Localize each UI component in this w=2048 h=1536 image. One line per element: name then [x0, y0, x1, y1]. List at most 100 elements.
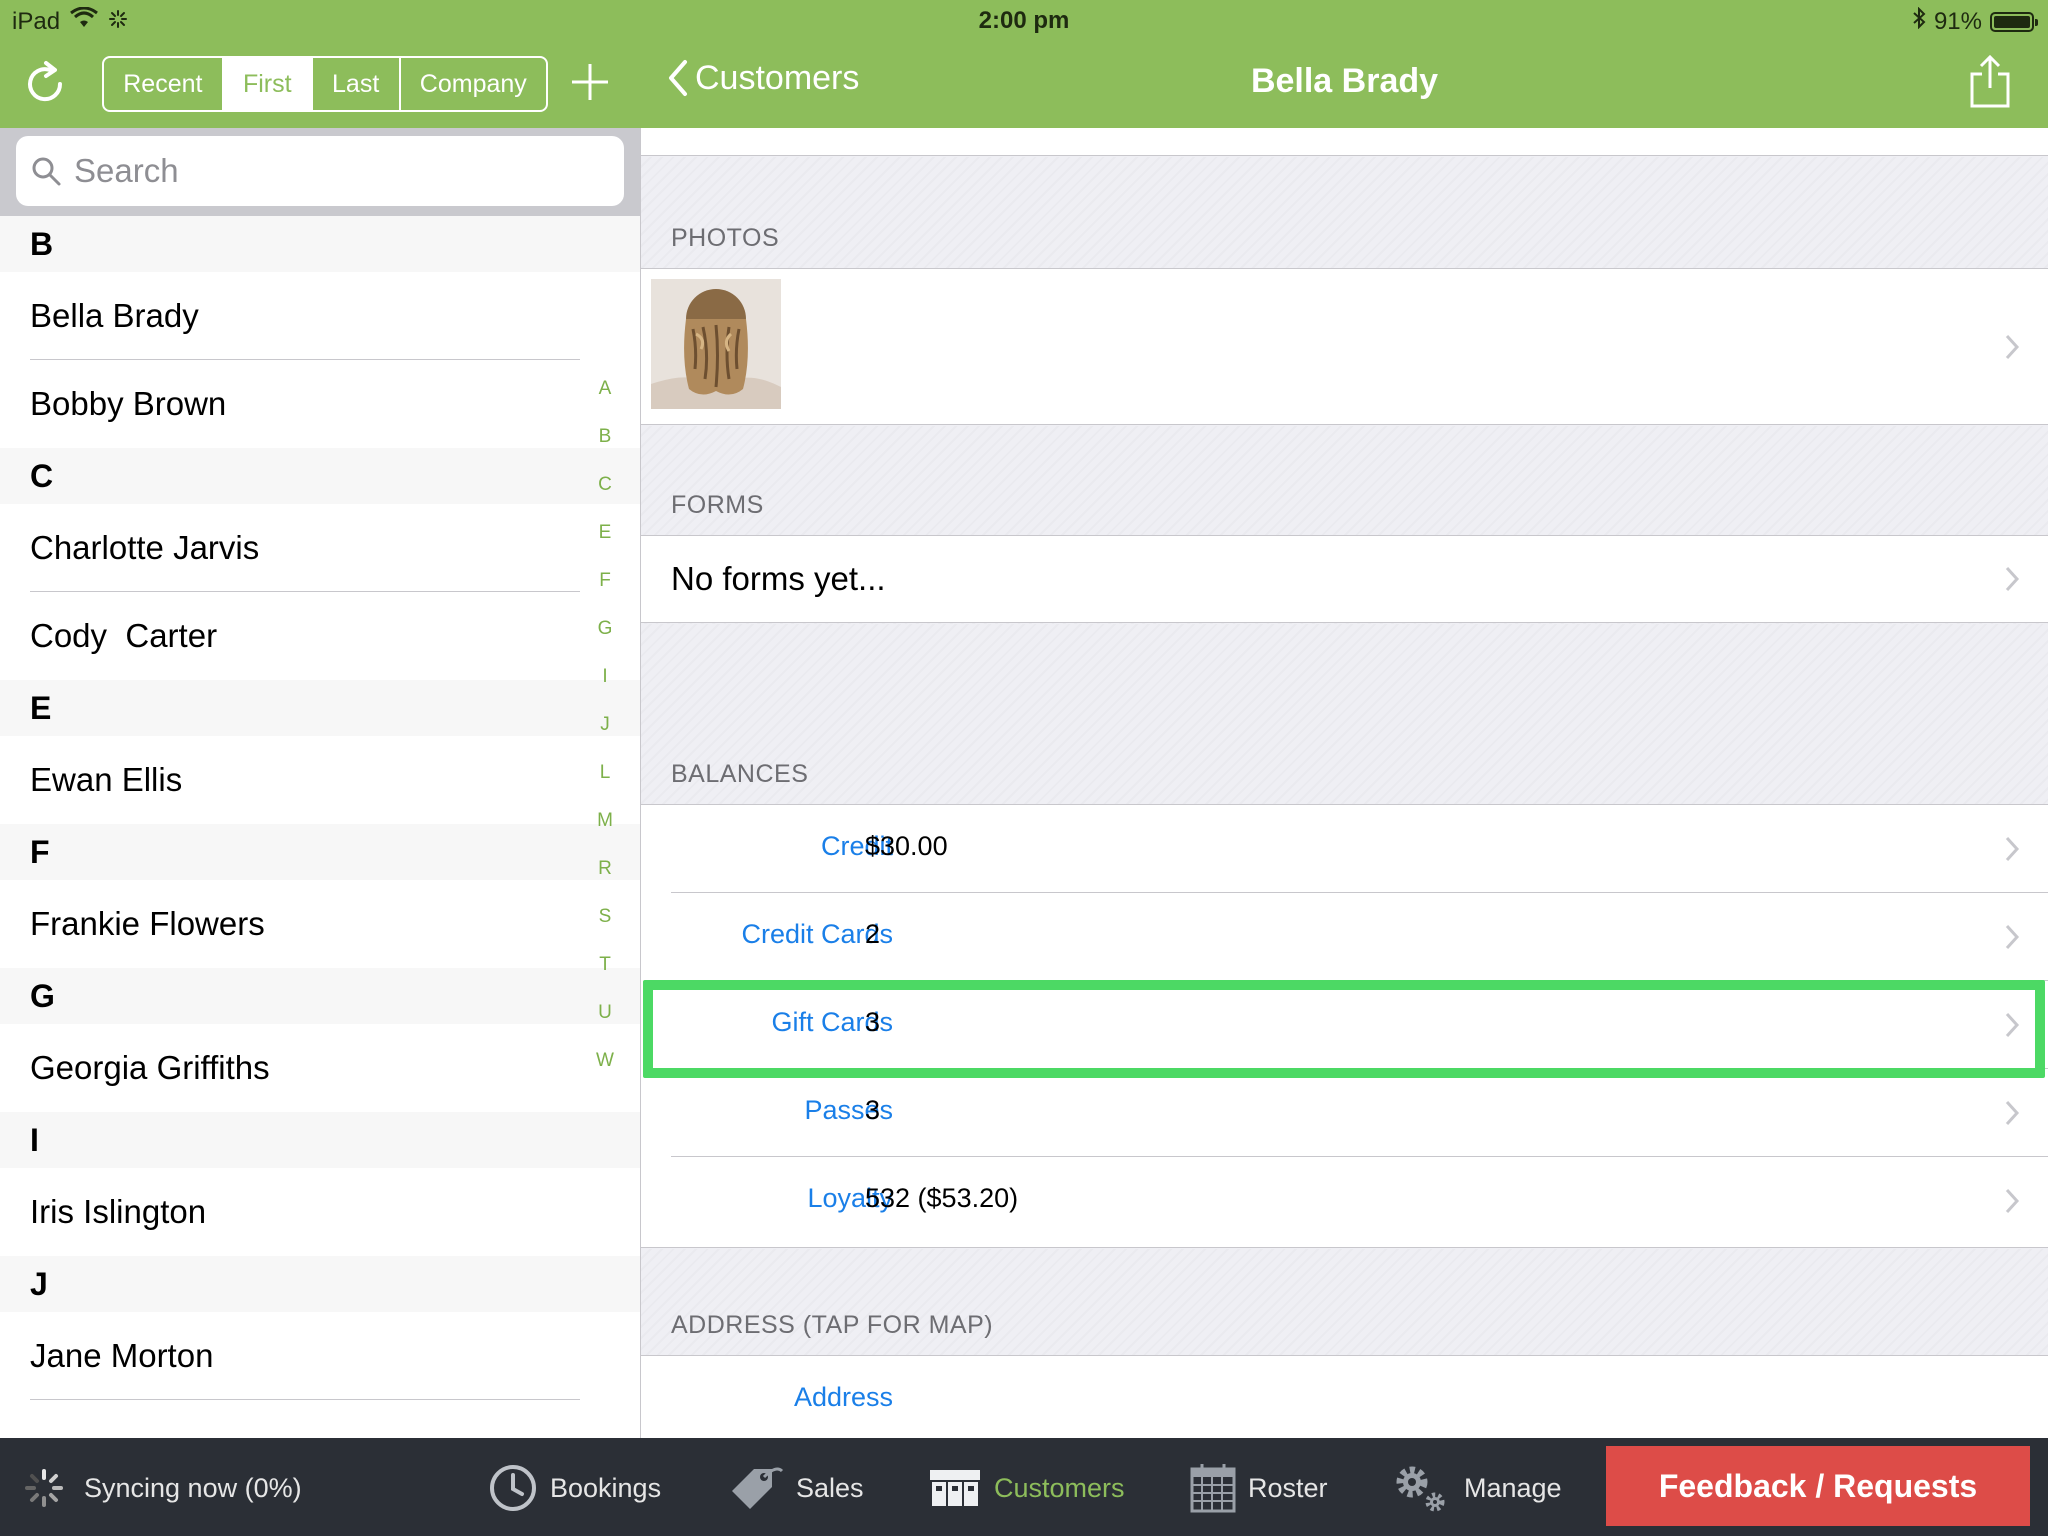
index-letter[interactable]: S [599, 893, 612, 941]
index-letter[interactable]: U [598, 989, 612, 1037]
section-header: J [0, 1256, 640, 1312]
list-section-g: G Georgia Griffiths [0, 968, 640, 1112]
balance-row-gift-cards[interactable]: Gift Cards 3 [641, 981, 2048, 1069]
section-header: E [0, 680, 640, 736]
status-bar: iPad 2:00 pm 91% [0, 0, 2048, 40]
section-header: F [0, 824, 640, 880]
customer-row-cody-carter[interactable]: Cody Carter [0, 592, 640, 680]
index-letter[interactable]: F [599, 557, 611, 605]
balance-value: 3 [865, 1095, 881, 1125]
gears-icon [1396, 1466, 1445, 1512]
section-index[interactable]: A B C E F G I J L M R S T U W [590, 365, 620, 1085]
forms-row[interactable]: No forms yet... [641, 535, 2048, 623]
section-label-address: ADDRESS (TAP FOR MAP) [671, 1311, 994, 1339]
customer-row-iris-islington[interactable]: Iris Islington [0, 1168, 640, 1256]
feedback-requests-button[interactable]: Feedback / Requests [1606, 1446, 2030, 1526]
segment-first[interactable]: First [223, 58, 313, 110]
page-title: Bella Brady [1250, 62, 1439, 100]
tab-label: Manage [1464, 1472, 1562, 1503]
photos-row[interactable] [641, 268, 2048, 425]
balance-value: $30.00 [865, 831, 948, 861]
index-letter[interactable]: B [599, 413, 612, 461]
index-letter[interactable]: I [602, 653, 607, 701]
chevron-right-icon [2005, 566, 2020, 592]
list-section-i: I Iris Islington [0, 1112, 640, 1256]
chevron-right-icon [2005, 836, 2020, 862]
index-letter[interactable]: E [599, 509, 612, 557]
clock-icon [490, 1465, 536, 1511]
chevron-right-icon [2005, 1188, 2020, 1214]
sort-segmented-control: Recent First Last Company [102, 56, 548, 112]
search-input[interactable]: Search [16, 136, 624, 206]
list-section-j: J Jane Morton [0, 1256, 640, 1400]
customer-row-georgia-griffiths[interactable]: Georgia Griffiths [0, 1024, 640, 1112]
calendar-icon [1190, 1464, 1236, 1513]
customer-row-jane-morton[interactable]: Jane Morton [0, 1312, 640, 1400]
index-letter[interactable]: J [600, 701, 610, 749]
hair-photo-image [651, 279, 781, 409]
list-section-b: B Bella Brady Bobby Brown [0, 216, 640, 448]
index-letter[interactable]: C [598, 461, 612, 509]
chevron-right-icon [2005, 1012, 2020, 1038]
bottom-tab-bar: Syncing now (0%) Bookings Sales Customer… [0, 1438, 2048, 1536]
sync-spinner-icon [25, 1469, 63, 1507]
customer-row-ewan-ellis[interactable]: Ewan Ellis [0, 736, 640, 824]
battery-percent: 91% [1933, 7, 1982, 35]
sync-status: Syncing now (0%) [24, 1468, 302, 1508]
register-icon [930, 1470, 980, 1506]
list-section-c: C Charlotte Jarvis Cody Carter [0, 448, 640, 680]
bluetooth-icon [1912, 6, 1926, 36]
tab-customers[interactable]: Customers [928, 1462, 1125, 1514]
balance-row-credit-cards[interactable]: Credit Cards 2 [641, 893, 2048, 981]
sync-status-text: Syncing now (0%) [84, 1472, 302, 1503]
balance-value: 532 ($53.20) [865, 1183, 1019, 1213]
master-nav-bar: Recent First Last Company [0, 40, 640, 128]
address-row[interactable]: Address [641, 1355, 2048, 1438]
index-letter[interactable]: G [598, 605, 613, 653]
section-header: B [0, 216, 640, 272]
address-field-label: Address [793, 1382, 893, 1412]
tab-label: Customers [994, 1472, 1125, 1503]
tab-manage[interactable]: Manage [1390, 1462, 1562, 1514]
chevron-right-icon [2005, 1100, 2020, 1126]
customer-row-bobby-brown[interactable]: Bobby Brown [0, 360, 640, 448]
customer-row-frankie-flowers[interactable]: Frankie Flowers [0, 880, 640, 968]
plus-icon [572, 64, 608, 100]
segment-company[interactable]: Company [401, 58, 546, 110]
section-header: G [0, 968, 640, 1024]
section-header: C [0, 448, 640, 504]
refresh-button[interactable] [24, 60, 74, 110]
clipped-top-row [641, 128, 2048, 156]
index-letter[interactable]: T [599, 941, 611, 989]
tab-sales[interactable]: Sales [728, 1462, 864, 1514]
forms-empty-text: No forms yet... [671, 560, 886, 597]
section-header: I [0, 1112, 640, 1168]
customer-row-bella-brady[interactable]: Bella Brady [0, 272, 640, 360]
customer-photo[interactable] [651, 279, 781, 409]
tab-label: Bookings [550, 1472, 662, 1503]
customer-list-panel: Search B Bella Brady Bobby Brown C Charl… [0, 128, 640, 1438]
status-time: 2:00 pm [978, 7, 1070, 34]
balance-row-credit[interactable]: Credit $30.00 [641, 805, 2048, 893]
index-letter[interactable]: W [596, 1037, 614, 1085]
index-letter[interactable]: L [600, 749, 611, 797]
section-label-balances: BALANCES [671, 760, 809, 788]
tab-bookings[interactable]: Bookings [488, 1462, 661, 1514]
balance-row-passes[interactable]: Passes 3 [641, 1069, 2048, 1157]
section-label-forms: FORMS [671, 491, 764, 519]
index-letter[interactable]: M [597, 797, 613, 845]
top-bar: iPad 2:00 pm 91% Recent First Last Compa… [0, 0, 2048, 128]
index-letter[interactable]: A [599, 365, 612, 413]
index-letter[interactable]: R [598, 845, 612, 893]
tab-roster[interactable]: Roster [1190, 1462, 1328, 1514]
customer-row-charlotte-jarvis[interactable]: Charlotte Jarvis [0, 504, 640, 592]
segment-recent[interactable]: Recent [104, 58, 224, 110]
segment-last[interactable]: Last [313, 58, 401, 110]
share-button[interactable] [1968, 54, 2012, 110]
chevron-right-icon [2005, 334, 2020, 360]
add-customer-button[interactable] [568, 60, 612, 104]
balances-group: Credit $30.00 Credit Cards 2 Gift Cards … [641, 804, 2048, 1248]
battery-icon [1990, 11, 2038, 32]
balance-row-loyalty[interactable]: Loyalty 532 ($53.20) [641, 1157, 2048, 1245]
share-icon [1970, 54, 2010, 108]
